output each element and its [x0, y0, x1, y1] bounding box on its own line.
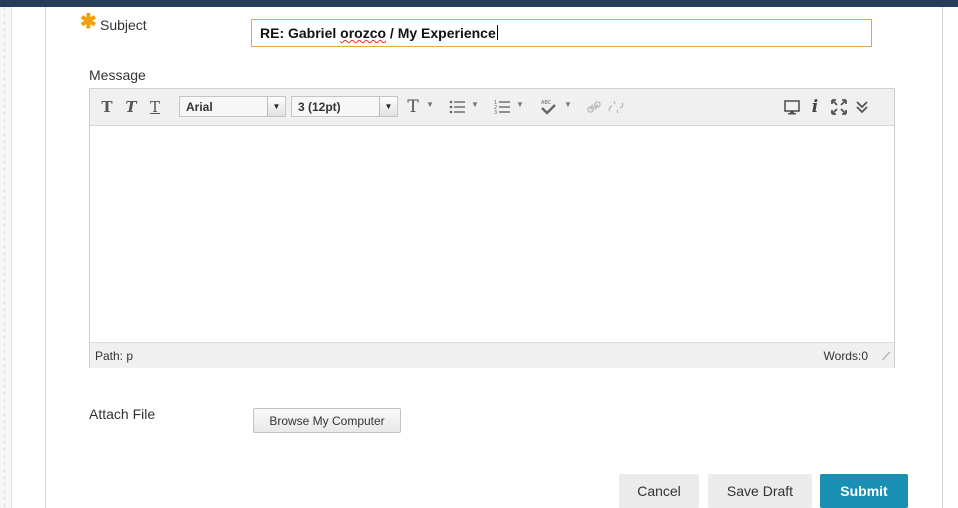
italic-text-icon[interactable]: T [122, 96, 140, 118]
panel-border-right [942, 7, 943, 508]
element-path: Path: p [95, 349, 134, 363]
message-label: Message [89, 67, 146, 83]
chevron-down-icon: ▼ [267, 97, 285, 116]
preview-monitor-icon[interactable] [783, 96, 801, 118]
editor-toolbar: T T T Arial ▼ 3 (12pt) ▼ T ▼ ▼ 123 ▼ ABC… [90, 89, 894, 126]
font-size-value: 3 (12pt) [298, 99, 341, 114]
text-color-icon[interactable]: T [404, 96, 422, 118]
subject-text-suffix: / My Experience [386, 25, 496, 41]
text-caret [496, 25, 498, 40]
numbered-list-icon[interactable]: 123 [493, 96, 511, 118]
unlink-icon[interactable] [607, 96, 625, 118]
chevron-down-icon[interactable]: ▼ [426, 100, 434, 109]
chevron-down-icon[interactable]: ▼ [516, 100, 524, 109]
top-bar [0, 0, 958, 7]
font-size-select[interactable]: 3 (12pt) ▼ [291, 96, 398, 117]
asterisk-icon: ✱ [80, 11, 97, 33]
subject-input[interactable]: RE: Gabriel orozco / My Experience [251, 19, 872, 47]
spellcheck-icon[interactable]: ABC [538, 96, 558, 118]
fullscreen-icon[interactable] [830, 96, 848, 118]
chevron-down-icon: ▼ [379, 97, 397, 116]
font-family-select[interactable]: Arial ▼ [179, 96, 286, 117]
message-editor: T T T Arial ▼ 3 (12pt) ▼ T ▼ ▼ 123 ▼ ABC… [89, 88, 895, 368]
link-icon[interactable] [586, 96, 602, 118]
bullet-list-icon[interactable] [448, 96, 466, 118]
panel-border-left [45, 7, 46, 508]
info-icon[interactable]: i [808, 96, 822, 118]
subject-text-prefix: RE: Gabriel [260, 25, 341, 41]
editor-content-area[interactable] [90, 126, 894, 342]
font-family-value: Arial [186, 99, 213, 114]
attach-file-label: Attach File [89, 406, 156, 422]
save-draft-button[interactable]: Save Draft [708, 474, 812, 508]
double-chevron-down-icon[interactable] [854, 96, 870, 118]
word-count: Words:0 [823, 349, 868, 363]
subject-text-misspelled: orozco [340, 25, 387, 41]
svg-text:3: 3 [494, 110, 497, 115]
chevron-down-icon[interactable]: ▼ [564, 100, 572, 109]
bold-text-icon[interactable]: T [98, 96, 116, 118]
subject-label: Subject [100, 17, 147, 33]
chevron-down-icon[interactable]: ▼ [471, 100, 479, 109]
cancel-button[interactable]: Cancel [619, 474, 699, 508]
submit-button[interactable]: Submit [820, 474, 908, 508]
resize-grip-icon[interactable]: ⟋ [882, 351, 890, 364]
editor-status-bar: Path: p Words:0 ⟋ [90, 342, 894, 368]
svg-text:ABC: ABC [541, 100, 552, 106]
browse-computer-button[interactable]: Browse My Computer [253, 408, 401, 433]
left-gutter [0, 7, 12, 508]
underline-text-icon[interactable]: T [146, 96, 164, 118]
